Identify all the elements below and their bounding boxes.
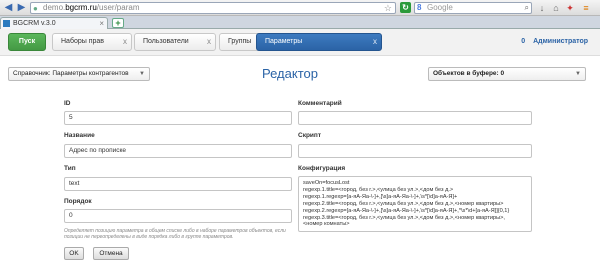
forward-icon[interactable]: ▶ — [15, 2, 28, 14]
google-icon: 8 — [417, 3, 422, 12]
user-name: Администратор — [533, 38, 588, 45]
directory-label: Справочник: — [13, 70, 51, 77]
name-label: Название — [64, 132, 95, 139]
menu-icon[interactable]: ≡ — [580, 2, 592, 14]
browser-toolbar: ◀ ▶ ● demo.bgcrm.ru/user/param ☆ ↻ 8 Goo… — [0, 0, 600, 16]
tab-label: Пользователи — [143, 38, 189, 45]
download-icon[interactable]: ↓ — [536, 2, 548, 14]
cancel-button[interactable]: Отмена — [93, 247, 129, 260]
comment-label: Комментарий — [298, 100, 342, 107]
favicon-icon — [3, 20, 10, 27]
page-title: Редактор — [262, 66, 318, 81]
current-user[interactable]: 0 Администратор — [521, 38, 588, 45]
user-count: 0 — [521, 38, 526, 45]
url-path: /user/param — [96, 3, 140, 12]
chevron-down-icon: ▼ — [575, 71, 581, 77]
order-hint: Определяет позицию параметра в общем спи… — [64, 228, 286, 240]
buffer-select[interactable]: Объектов в буфере: 0 ▼ — [428, 67, 586, 81]
reload-icon[interactable]: ↻ — [400, 2, 411, 13]
back-icon[interactable]: ◀ — [2, 2, 15, 14]
url-host: bgcrm.ru — [65, 3, 97, 12]
close-tab-icon[interactable]: × — [99, 18, 104, 29]
buffer-label: Объектов в буфере: 0 — [433, 70, 505, 77]
comment-field[interactable] — [298, 111, 532, 125]
order-label: Порядок — [64, 198, 92, 205]
browser-tab[interactable]: BGCRM v.3.0 × — [0, 17, 108, 29]
search-icon[interactable]: ⌕ — [525, 3, 529, 13]
close-icon[interactable]: x — [207, 34, 211, 50]
type-field[interactable]: text — [64, 177, 292, 191]
script-field[interactable] — [298, 144, 532, 158]
tab-users[interactable]: Пользователи x — [134, 33, 216, 51]
tab-label: Параметры — [265, 38, 303, 45]
order-field[interactable]: 0 — [64, 209, 292, 223]
search-placeholder: Google — [427, 3, 453, 12]
close-icon[interactable]: x — [123, 34, 127, 50]
browser-tab-strip: BGCRM v.3.0 × + — [0, 16, 600, 29]
bookmark-star-icon[interactable]: ☆ — [384, 3, 392, 13]
script-label: Скрипт — [298, 132, 322, 139]
tab-permission-sets[interactable]: Наборы прав x — [52, 33, 132, 51]
globe-icon: ● — [33, 4, 38, 13]
tab-label: Группы — [228, 38, 252, 45]
address-bar[interactable]: ● demo.bgcrm.ru/user/param ☆ — [30, 2, 396, 14]
type-label: Тип — [64, 165, 76, 172]
close-icon[interactable]: x — [373, 34, 377, 50]
tab-label: Наборы прав — [61, 38, 105, 45]
tab-parameters[interactable]: Параметры x — [256, 33, 382, 51]
directory-select[interactable]: Справочник: Параметры контрагентов ▼ — [8, 67, 150, 81]
chevron-down-icon: ▼ — [139, 71, 145, 77]
addon-icon[interactable]: ✦ — [564, 2, 576, 14]
browser-tab-title: BGCRM v.3.0 — [13, 20, 56, 27]
new-tab-button[interactable]: + — [112, 18, 124, 28]
app-nav: Пуск Наборы прав x Пользователи x Группы… — [0, 29, 600, 56]
config-label: Конфигурация — [298, 165, 346, 172]
id-label: ID — [64, 100, 71, 107]
url-prefix: demo. — [43, 3, 66, 12]
search-input[interactable]: 8 Google ⌕ — [414, 2, 532, 14]
config-textarea[interactable]: saveOn=focusLost regexp.1.title=<город, … — [298, 176, 532, 232]
home-icon[interactable]: ⌂ — [550, 2, 562, 14]
ok-button[interactable]: OK — [64, 247, 84, 260]
name-field[interactable]: Адрес по прописке — [64, 144, 292, 158]
id-field[interactable]: 5 — [64, 111, 292, 125]
start-button[interactable]: Пуск — [8, 33, 46, 51]
directory-value: Параметры контрагентов — [52, 70, 129, 77]
